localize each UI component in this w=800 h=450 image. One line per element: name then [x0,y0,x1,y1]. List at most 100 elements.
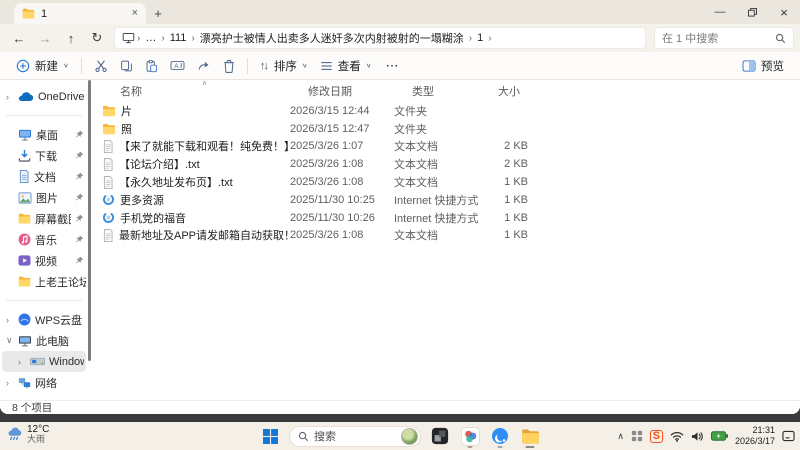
tab-close-icon[interactable]: × [132,8,138,19]
file-row[interactable]: 片 2026/3/15 12:44 文件夹 [102,102,800,120]
new-tab-button[interactable]: + [146,6,170,21]
notification-icon[interactable] [782,430,795,442]
refresh-button[interactable]: ↻ [84,30,110,46]
breadcrumb-item[interactable]: 111 [167,32,190,44]
view-button[interactable]: 查看 ∨ [314,54,378,78]
minimize-button[interactable]: — [704,0,736,24]
explorer-tab[interactable]: 1 × [14,3,146,24]
sidebar-divider [6,115,82,116]
weather-widget[interactable]: 12°C 大雨 [6,424,49,445]
breadcrumb-item[interactable]: 漂亮护士被情人出卖多人迷奸多次内射被射的一塌糊涂 [197,30,467,46]
sidebar-item-桌面[interactable]: 桌面 [0,124,88,145]
sidebar-item-Windows-SSD[interactable]: › Windows-SSD [2,351,86,372]
breadcrumb-separator: › [488,32,492,44]
forward-button[interactable]: → [32,31,58,46]
file-row[interactable]: 更多资源 2025/11/30 10:25 Internet 快捷方式 1 KB [102,191,800,209]
restore-button[interactable] [736,0,768,24]
start-button[interactable] [259,424,281,448]
sidebar-item-下载[interactable]: 下载 [0,145,88,166]
file-row[interactable]: 手机党的福音 2025/11/30 10:26 Internet 快捷方式 1 KB [102,209,800,227]
search-icon [298,431,309,442]
sidebar-item-音乐[interactable]: 音乐 [0,229,88,250]
expander-chevron-icon[interactable]: › [18,357,26,367]
file-type: 文件夹 [394,105,427,118]
new-plus-icon [16,59,30,73]
battery-icon[interactable] [710,431,728,441]
file-size: 1 KB [504,229,528,242]
search-input[interactable]: 在 1 中搜索 [654,27,794,49]
wifi-icon[interactable] [670,431,684,442]
share-button[interactable] [191,54,217,78]
file-row[interactable]: 照 2026/3/15 12:47 文件夹 [102,120,800,138]
file-row[interactable]: 【来了就能下载和观看！纯免费！】.txt2025/3/26 1:07 文本文档 2 … [102,138,800,156]
wps-icon [18,313,31,326]
videos-icon [18,254,31,267]
sidebar-item-屏幕截图[interactable]: 屏幕截图 [0,208,88,229]
column-header[interactable]: 大小 [480,83,538,99]
delete-button[interactable] [217,54,241,78]
toolbar-divider [80,57,82,74]
expander-chevron-icon[interactable]: › [6,92,14,102]
txt-file-icon [102,175,114,189]
breadcrumb-separator: › [137,32,141,44]
sidebar-item-图片[interactable]: 图片 [0,187,88,208]
taskbar-search-label: 搜索 [314,431,336,443]
expander-chevron-icon[interactable]: › [6,315,14,325]
volume-icon[interactable] [691,431,704,442]
sogou-input-icon[interactable]: S [649,429,663,443]
copy-button[interactable] [114,54,139,78]
sidebar-item-视频[interactable]: 视频 [0,250,88,271]
sidebar-divider [6,300,82,301]
sidebar-item-网络[interactable]: › 网络 [0,372,88,393]
close-button[interactable]: × [768,0,800,24]
column-header[interactable]: 名称 [102,83,290,99]
column-header[interactable]: 修改日期 [290,83,394,99]
up-button[interactable]: ↑ [58,31,84,46]
onedrive-icon [18,91,34,102]
breadcrumb[interactable]: ›… › 111 › 漂亮护士被情人出卖多人迷奸多次内射被射的一塌糊涂 › 1 › [114,27,646,49]
file-type: Internet 快捷方式 [394,194,479,207]
back-button[interactable]: ← [6,31,32,46]
pin-icon [75,214,86,223]
preview-toggle-button[interactable]: 预览 [736,54,790,78]
breadcrumb-separator: › [161,32,165,44]
chevron-down-icon: ∨ [63,61,69,70]
file-row[interactable]: 最新地址及APP请发邮箱自动获取！！！.txt2025/3/26 1:08 文本文… [102,227,800,245]
sort-button[interactable]: ↑↓ 排序 ∨ [254,54,314,78]
cut-button[interactable] [88,54,114,78]
expander-chevron-icon[interactable]: ∨ [6,335,14,346]
taskbar-file-explorer[interactable] [519,424,541,448]
file-type: 文本文档 [394,159,438,172]
taskbar-app-dark[interactable] [429,424,451,448]
quark-browser-icon [491,427,509,445]
column-header[interactable]: 类型 [394,83,480,99]
file-row[interactable]: 【论坛介绍】.txt 2025/3/26 1:08 文本文档 2 KB [102,155,800,173]
tray-expand-icon[interactable]: ∧ [617,431,624,442]
breadcrumb-overflow[interactable]: … [142,32,159,44]
sidebar-item-OneDrive[interactable]: › OneDrive [0,86,88,107]
expander-chevron-icon[interactable]: › [6,378,14,388]
tray-app-icon[interactable] [631,430,643,442]
copy-icon [120,59,133,73]
rename-button[interactable]: A [164,54,191,78]
clock[interactable]: 21:31 2026/3/17 [735,425,775,447]
sidebar-item-WPS云盘[interactable]: › WPS云盘 [0,309,88,330]
link-file-icon [102,211,115,224]
breadcrumb-item[interactable]: 1 [474,32,486,44]
taskbar-app-tricircles[interactable] [459,424,481,448]
view-label: 查看 [337,60,361,73]
taskbar-search[interactable]: 搜索 [289,425,421,447]
sidebar-item-label: 网络 [35,377,57,390]
file-row[interactable]: 【永久地址发布页】.txt 2025/3/26 1:08 文本文档 1 KB [102,173,800,191]
sidebar-item-此电脑[interactable]: ∨ 此电脑 [0,330,88,351]
file-date: 2025/3/26 1:08 [290,158,364,171]
sidebar-item-上老王论坛当老三[interactable]: 上老王论坛当老三 [0,271,88,292]
sidebar-item-label: 屏幕截图 [35,213,71,226]
more-options-button[interactable]: ⋯ [378,58,407,74]
paste-button[interactable] [139,54,164,78]
tab-title: 1 [41,7,48,20]
taskbar-app-quark[interactable] [489,424,511,448]
new-button[interactable]: 新建 ∨ [10,54,75,78]
sidebar-item-文档[interactable]: 文档 [0,166,88,187]
this-pc-icon [122,32,135,44]
